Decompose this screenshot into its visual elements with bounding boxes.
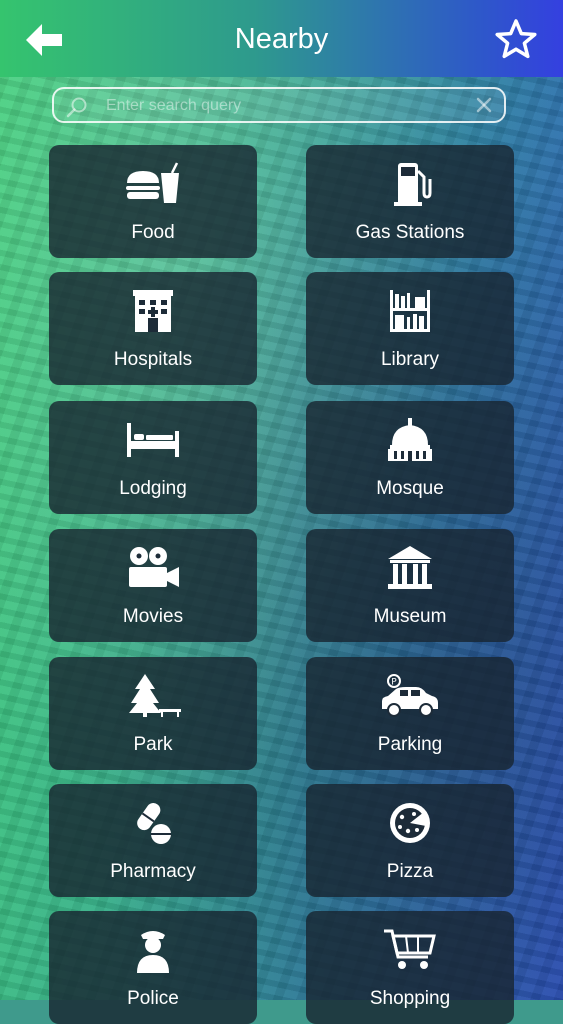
favorites-button[interactable] bbox=[494, 18, 538, 60]
category-tile-police[interactable]: Police bbox=[49, 911, 257, 1024]
category-label: Food bbox=[131, 222, 175, 243]
category-tile-pharmacy[interactable]: Pharmacy bbox=[49, 784, 257, 897]
category-tile-hospitals[interactable]: Hospitals bbox=[49, 272, 257, 385]
category-tile-shopping[interactable]: Shopping bbox=[306, 911, 514, 1024]
page-title: Nearby bbox=[234, 23, 329, 55]
shopping-cart-icon bbox=[380, 927, 440, 973]
category-tile-mosque[interactable]: Mosque bbox=[306, 401, 514, 514]
category-label: Hospitals bbox=[113, 349, 193, 370]
category-tile-movies[interactable]: Movies bbox=[49, 529, 257, 642]
top-bar: Nearby bbox=[0, 0, 563, 77]
bed-icon bbox=[123, 417, 183, 463]
category-label: Park bbox=[133, 734, 173, 755]
pizza-icon bbox=[380, 800, 440, 846]
movie-camera-icon bbox=[123, 545, 183, 591]
category-label: Shopping bbox=[369, 988, 451, 1009]
tree-bench-icon bbox=[123, 673, 183, 719]
category-label: Parking bbox=[377, 734, 443, 755]
museum-icon bbox=[380, 545, 440, 591]
category-label: Mosque bbox=[376, 478, 444, 499]
category-label: Library bbox=[380, 349, 440, 370]
star-icon bbox=[495, 19, 537, 59]
clear-icon[interactable] bbox=[474, 95, 494, 115]
category-tile-lodging[interactable]: Lodging bbox=[49, 401, 257, 514]
category-tile-pizza[interactable]: Pizza bbox=[306, 784, 514, 897]
search-input[interactable] bbox=[104, 93, 468, 119]
search-bar bbox=[52, 87, 506, 123]
category-tile-parking[interactable]: P Parking bbox=[306, 657, 514, 770]
car-parking-icon: P bbox=[380, 673, 440, 719]
category-label: Pizza bbox=[386, 861, 434, 882]
category-tile-museum[interactable]: Museum bbox=[306, 529, 514, 642]
svg-text:P: P bbox=[391, 678, 397, 688]
category-label: Gas Stations bbox=[355, 222, 465, 243]
category-label: Lodging bbox=[119, 478, 187, 499]
category-tile-gas-stations[interactable]: Gas Stations bbox=[306, 145, 514, 258]
search-icon bbox=[66, 97, 87, 118]
category-label: Museum bbox=[373, 606, 447, 627]
bookshelf-icon bbox=[380, 288, 440, 334]
category-tile-park[interactable]: Park bbox=[49, 657, 257, 770]
category-label: Pharmacy bbox=[110, 861, 196, 882]
hospital-icon bbox=[123, 288, 183, 334]
category-label: Movies bbox=[122, 606, 184, 627]
category-tile-food[interactable]: Food bbox=[49, 145, 257, 258]
mosque-icon bbox=[380, 417, 440, 463]
food-icon bbox=[123, 161, 183, 207]
category-tile-library[interactable]: Library bbox=[306, 272, 514, 385]
pills-icon bbox=[123, 800, 183, 846]
gas-pump-icon bbox=[380, 161, 440, 207]
category-label: Police bbox=[127, 988, 179, 1009]
police-officer-icon bbox=[123, 927, 183, 973]
